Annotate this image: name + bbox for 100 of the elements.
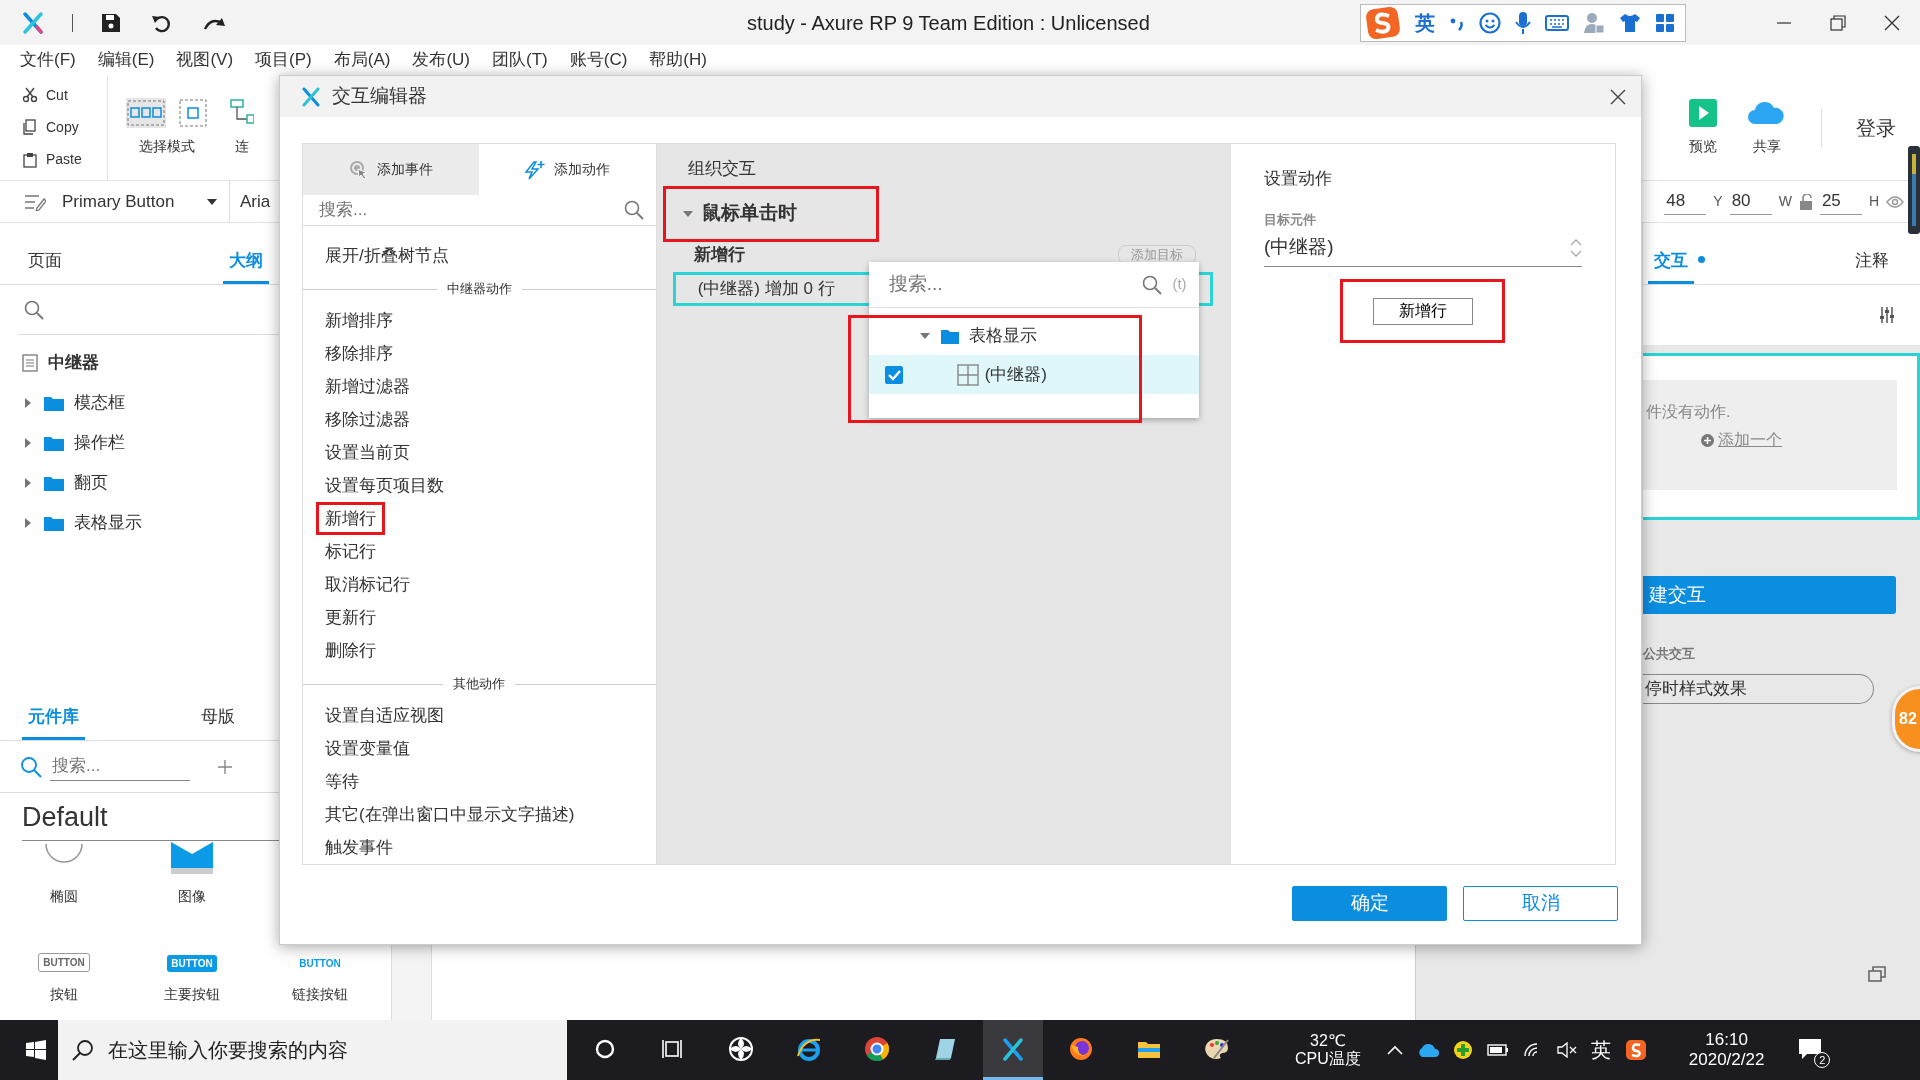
action-item[interactable]: 其它(在弹出窗口中显示文字描述) xyxy=(316,798,584,831)
battery-icon[interactable] xyxy=(1486,1043,1509,1057)
toolbar-button[interactable]: 预览 xyxy=(1689,136,1717,157)
restore-icon[interactable] xyxy=(1868,965,1886,982)
row-action-button[interactable]: 新增行 xyxy=(1372,297,1473,325)
font-field[interactable]: Aria xyxy=(240,188,271,215)
checkbox[interactable] xyxy=(884,365,903,384)
cloud-icon[interactable] xyxy=(1416,1043,1439,1057)
menu-item[interactable]: 编辑(E) xyxy=(97,47,155,73)
search-field[interactable]: 搜索... xyxy=(317,196,624,224)
notification-count: 2 xyxy=(1814,1052,1831,1068)
panel-tab[interactable]: 母版 xyxy=(195,702,241,740)
search-icon[interactable] xyxy=(20,755,42,778)
action-item[interactable]: 新增过滤器 xyxy=(316,370,419,403)
maximize-icon[interactable] xyxy=(1830,14,1846,31)
action-item[interactable]: 新增排序 xyxy=(316,304,402,337)
number-field[interactable]: 48 xyxy=(1664,188,1707,215)
keyboard-icon[interactable] xyxy=(1545,13,1569,32)
pinwheel-icon xyxy=(728,1035,754,1062)
panel-tab[interactable]: 大纲 xyxy=(223,246,269,284)
action-item[interactable]: 设置当前页 xyxy=(316,436,419,469)
app-logo-icon[interactable] xyxy=(22,10,44,35)
target-select[interactable]: (中继器) xyxy=(1264,229,1582,267)
sliders-icon[interactable] xyxy=(1879,306,1895,324)
login-button[interactable]: 登录 xyxy=(1856,112,1896,143)
close-icon[interactable] xyxy=(1610,88,1626,105)
menu-item[interactable]: 账号(C) xyxy=(569,47,628,73)
clipboard-icon xyxy=(22,151,38,168)
action-item[interactable]: 标记行 xyxy=(316,535,385,568)
tree-item[interactable]: 模态框 xyxy=(74,390,125,416)
action-item[interactable]: 展开/折叠树节点 xyxy=(316,239,458,272)
tree-row[interactable]: (中继器) xyxy=(868,355,1199,394)
menu-item[interactable]: 团队(T) xyxy=(492,47,548,73)
toolbar-button[interactable]: Copy xyxy=(46,117,79,138)
number-field[interactable]: 80 xyxy=(1729,188,1772,215)
action-item[interactable]: 更新行 xyxy=(316,601,385,634)
menu-item[interactable]: 视图(V) xyxy=(176,47,234,73)
action-item[interactable]: 触发事件 xyxy=(316,831,402,864)
smiley-icon[interactable] xyxy=(1479,11,1501,34)
new-interaction-button[interactable]: 建交互 xyxy=(1643,576,1896,614)
microphone-icon[interactable] xyxy=(1515,10,1531,35)
search-icon[interactable] xyxy=(24,299,44,320)
search-field[interactable]: 搜索... xyxy=(50,752,190,781)
sogou-logo-icon[interactable] xyxy=(1624,1039,1647,1061)
menu-item[interactable]: 布局(A) xyxy=(333,47,391,73)
action-item[interactable]: 新增行 xyxy=(316,502,385,535)
input-language-indicator[interactable]: 英 xyxy=(1590,1035,1611,1065)
field-label: 目标元件 xyxy=(1264,210,1316,229)
button-icon[interactable]: BUTTON xyxy=(38,953,90,972)
panel-tab[interactable]: 注释 xyxy=(1849,246,1895,284)
lock-icon[interactable] xyxy=(1798,193,1813,210)
action-item[interactable]: 设置自适应视图 xyxy=(316,699,453,732)
menu-item[interactable]: 文件(F) xyxy=(20,47,76,73)
grid-icon[interactable] xyxy=(1655,12,1675,33)
start-icon[interactable] xyxy=(26,1040,46,1060)
tree-item[interactable]: 表格显示 xyxy=(74,510,142,536)
action-item[interactable]: 等待 xyxy=(316,765,368,798)
tree-item[interactable]: 操作栏 xyxy=(74,430,125,456)
action-item[interactable]: 移除过滤器 xyxy=(316,403,419,436)
action-item[interactable]: 删除行 xyxy=(316,634,385,667)
tree-item[interactable]: 表格显示 xyxy=(968,322,1037,349)
toolbar-button[interactable]: Paste xyxy=(46,149,82,171)
cancel-button[interactable]: 取消 xyxy=(1463,886,1618,921)
input-mode-label[interactable]: 英 xyxy=(1415,7,1435,38)
search-icon[interactable] xyxy=(1142,274,1163,295)
toolbar-button[interactable]: 共享 xyxy=(1753,136,1781,157)
image-icon[interactable] xyxy=(171,842,213,874)
menu-item[interactable]: 发布(U) xyxy=(412,47,470,73)
tree-item[interactable]: 翻页 xyxy=(74,470,108,496)
eye-icon[interactable] xyxy=(1886,194,1904,209)
chevron-up-icon[interactable] xyxy=(1386,1045,1403,1055)
menu-item[interactable]: 帮助(H) xyxy=(649,47,707,73)
menu-item[interactable]: 项目(P) xyxy=(255,47,312,73)
action-item[interactable]: 设置变量值 xyxy=(316,732,419,765)
field-label: W xyxy=(1778,192,1792,211)
shirt-icon[interactable] xyxy=(1619,12,1641,33)
dialog-title: 交互编辑器 xyxy=(332,84,427,109)
save-icon[interactable] xyxy=(101,12,121,33)
select-box-icon[interactable] xyxy=(178,98,208,128)
chrome-icon xyxy=(864,1035,890,1062)
action-item[interactable]: 取消标记行 xyxy=(316,568,419,601)
section-heading: 设置动作 xyxy=(1264,168,1332,190)
clock-date[interactable]: 2020/2/22 xyxy=(1688,1050,1765,1071)
number-field[interactable]: 25 xyxy=(1819,188,1862,215)
action-item[interactable]: 移除排序 xyxy=(316,337,402,370)
panel-tab[interactable]: 页面 xyxy=(22,246,68,284)
close-icon[interactable] xyxy=(1884,14,1900,31)
search-icon[interactable] xyxy=(623,200,644,220)
taskbar-search-field[interactable]: 在这里输入你要搜索的内容 xyxy=(58,1020,567,1080)
editor-tab[interactable]: 添加事件 xyxy=(303,144,480,195)
plus-circle-icon[interactable] xyxy=(1452,1040,1473,1060)
clock-time[interactable]: 16:10 xyxy=(1705,1029,1748,1050)
speaker-mute-icon[interactable] xyxy=(1556,1042,1577,1058)
confirm-button[interactable]: 确定 xyxy=(1292,886,1447,921)
panel-tab[interactable]: 元件库 xyxy=(22,702,85,740)
style-dropdown[interactable]: Primary Button xyxy=(62,188,217,215)
event-row[interactable]: 鼠标单击时 xyxy=(662,185,879,242)
action-item[interactable]: 设置每页项目数 xyxy=(316,469,453,502)
tree-item[interactable]: 中继器 xyxy=(48,350,99,376)
toolbar-button[interactable]: Cut xyxy=(46,84,68,106)
